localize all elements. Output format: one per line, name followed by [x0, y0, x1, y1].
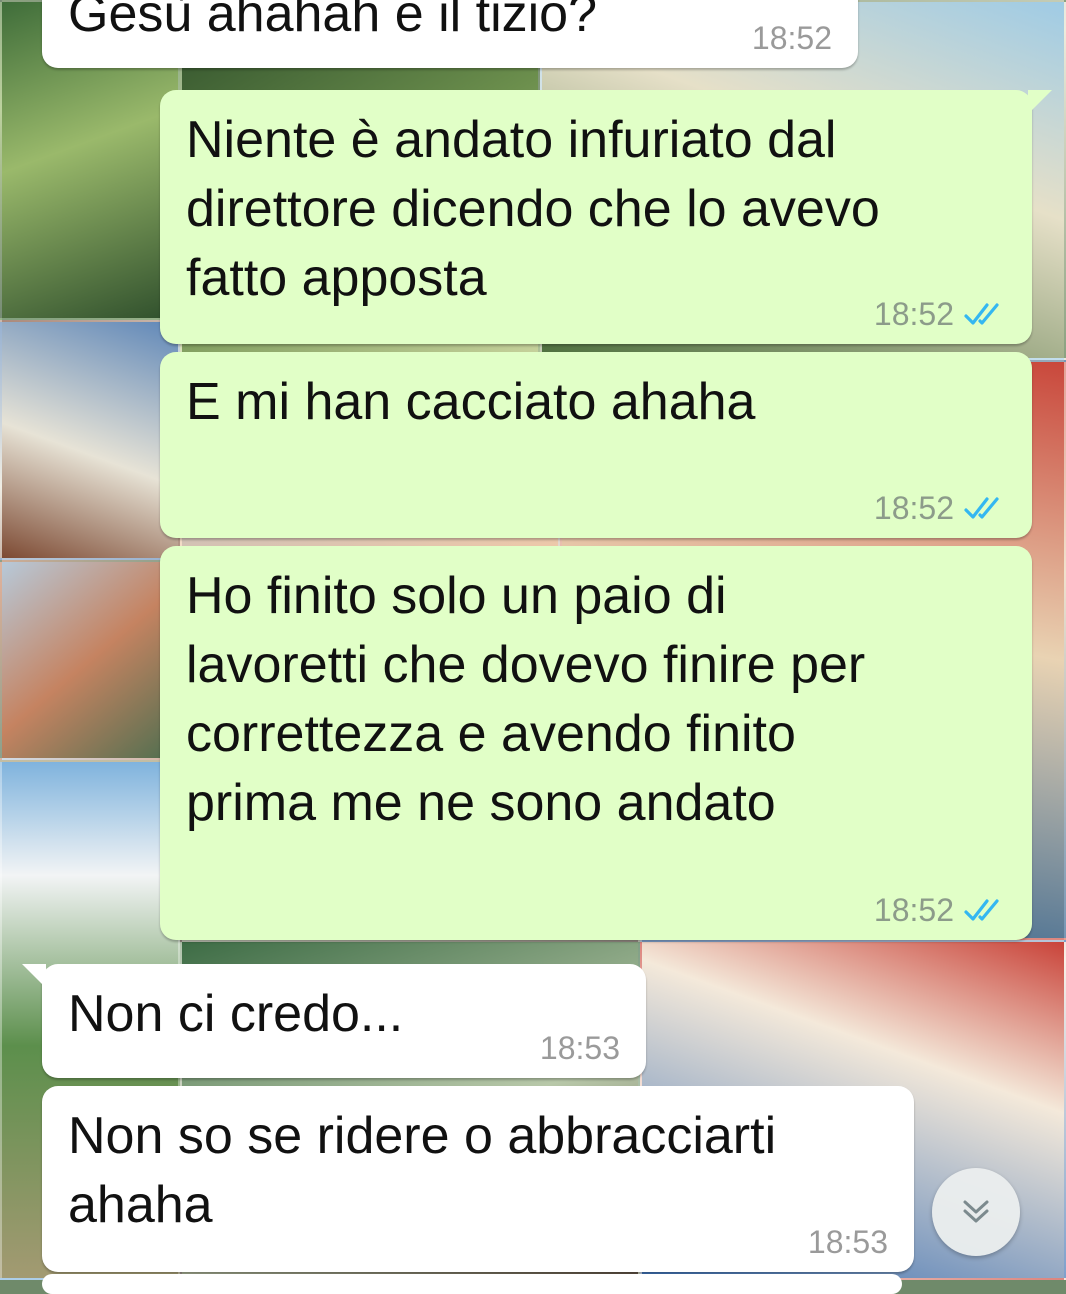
incoming-message[interactable]: Non so se ridere o abbracciarti ahaha 18… — [42, 1086, 914, 1272]
message-text: Niente è andato infuriato dal direttore … — [186, 111, 880, 307]
message-meta: 18:52 — [874, 294, 1006, 334]
message-time: 18:52 — [873, 296, 954, 332]
incoming-message-partial[interactable] — [42, 1274, 902, 1294]
message-text: Ho finito solo un paio di lavoretti che … — [186, 567, 866, 832]
message-text: Gesù ahahah e il tizio? — [68, 0, 598, 43]
chevron-double-down-icon — [963, 1200, 989, 1223]
wallpaper-tile — [0, 320, 180, 560]
outgoing-message[interactable]: Niente è andato infuriato dal direttore … — [160, 90, 1052, 344]
message-meta: 18:52 — [752, 18, 832, 58]
message-meta: 18:52 — [874, 488, 1006, 528]
double-check-icon — [964, 899, 999, 921]
incoming-message[interactable]: Non ci credo... 18:53 — [22, 964, 646, 1078]
outgoing-message[interactable]: Ho finito solo un paio di lavoretti che … — [160, 546, 1032, 940]
message-meta: 18:52 — [874, 890, 1006, 930]
message-text: E mi han cacciato ahaha — [186, 373, 756, 431]
message-time: 18:52 — [873, 490, 954, 526]
message-time: 18:52 — [873, 892, 954, 928]
message-text: Non so se ridere o abbracciarti ahaha — [68, 1107, 777, 1234]
message-meta: 18:53 — [808, 1222, 888, 1262]
message-time: 18:53 — [807, 1224, 888, 1260]
double-check-icon — [964, 497, 999, 519]
double-check-icon — [964, 303, 999, 325]
wallpaper-tile — [0, 560, 180, 760]
outgoing-message[interactable]: E mi han cacciato ahaha 18:52 — [160, 352, 1032, 538]
message-time: 18:52 — [751, 20, 832, 56]
scroll-to-bottom-button[interactable] — [932, 1168, 1020, 1256]
message-meta: 18:53 — [540, 1028, 620, 1068]
incoming-message[interactable]: Gesù ahahah e il tizio? 18:52 — [42, 0, 858, 68]
message-time: 18:53 — [539, 1030, 620, 1066]
message-text: Non ci credo... — [68, 985, 404, 1043]
